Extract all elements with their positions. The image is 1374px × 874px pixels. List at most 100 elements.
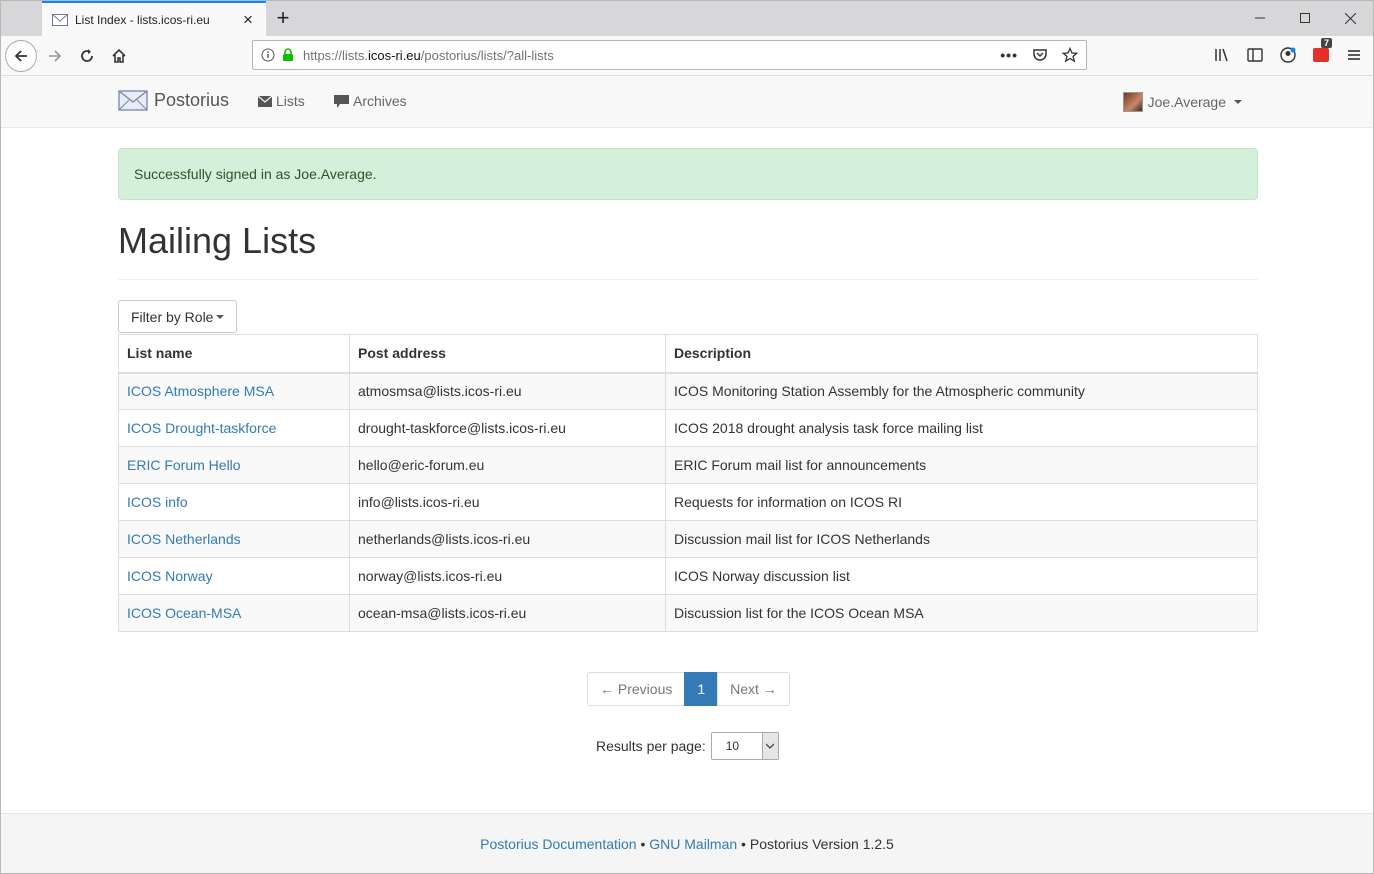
footer: Postorius Documentation • GNU Mailman • …: [1, 813, 1373, 873]
list-name-cell: ERIC Forum Hello: [118, 446, 350, 484]
list-name-cell: ICOS info: [118, 483, 350, 521]
toolbar-icons: 7: [1213, 38, 1363, 64]
results-per-page-value: 10: [725, 739, 740, 753]
nav-lists-label: Lists: [276, 93, 305, 109]
list-name-link[interactable]: ICOS Ocean-MSA: [127, 605, 241, 621]
table-row: ICOS Ocean-MSA ocean-msa@lists.icos-ri.e…: [118, 594, 1258, 632]
list-name-cell: ICOS Drought-taskforce: [118, 409, 350, 447]
info-icon[interactable]: [261, 48, 275, 62]
forward-button[interactable]: [39, 40, 71, 72]
list-name-cell: ICOS Norway: [118, 557, 350, 595]
library-icon[interactable]: [1213, 46, 1231, 64]
results-per-page-label: Results per page:: [596, 738, 706, 754]
sidebar-icon[interactable]: [1246, 46, 1264, 64]
nav-archives-link[interactable]: Archives: [334, 93, 407, 109]
footer-separator: •: [737, 836, 750, 852]
page-viewport: Postorius Lists Archives Joe.Average Suc…: [0, 76, 1374, 874]
table-row: ICOS Netherlands netherlands@lists.icos-…: [118, 520, 1258, 558]
column-header-description: Description: [665, 334, 1258, 374]
dropdown-arrow: [766, 743, 775, 749]
avatar: [1122, 92, 1143, 112]
divider: [118, 279, 1258, 280]
description-cell: Requests for information on ICOS RI: [665, 483, 1258, 521]
column-header-list-name: List name: [118, 334, 350, 374]
mailing-lists-table: List name Post address Description ICOS …: [118, 334, 1258, 632]
description-cell: Discussion list for the ICOS Ocean MSA: [665, 594, 1258, 632]
table-row: ICOS Norway norway@lists.icos-ri.eu ICOS…: [118, 557, 1258, 595]
arrow-right-icon: [49, 50, 62, 62]
list-name-link[interactable]: ERIC Forum Hello: [127, 457, 241, 473]
url-bar[interactable]: https://lists.icos-ri.eu/postorius/lists…: [252, 40, 1087, 70]
tab-close-icon[interactable]: ×: [240, 11, 256, 28]
nav-lists-link[interactable]: Lists: [258, 93, 305, 109]
close-icon: [1344, 12, 1356, 24]
footer-separator: •: [636, 836, 650, 852]
results-per-page-select[interactable]: 10: [710, 732, 779, 760]
postorius-docs-link[interactable]: Postorius Documentation: [480, 836, 636, 852]
browser-toolbar: https://lists.icos-ri.eu/postorius/lists…: [0, 36, 1374, 76]
bookmark-star-icon[interactable]: [1062, 47, 1078, 63]
reload-button[interactable]: [71, 40, 103, 72]
filter-label: Filter by Role: [131, 308, 214, 325]
lock-icon[interactable]: [281, 48, 295, 62]
version-text: Postorius Version 1.2.5: [749, 836, 894, 852]
post-address-cell: info@lists.icos-ri.eu: [349, 483, 666, 521]
list-name-link[interactable]: ICOS Drought-taskforce: [127, 420, 276, 436]
current-page-button[interactable]: 1: [684, 672, 719, 706]
home-button[interactable]: [103, 40, 135, 72]
post-address-cell: norway@lists.icos-ri.eu: [349, 557, 666, 595]
hamburger-menu-icon[interactable]: [1345, 46, 1363, 64]
list-name-link[interactable]: ICOS Atmosphere MSA: [127, 383, 274, 399]
pagination: ← Previous 1 Next →: [587, 672, 790, 706]
user-menu-dropdown[interactable]: Joe.Average: [1122, 92, 1242, 112]
home-icon: [112, 48, 126, 63]
extension-notification-icon[interactable]: 7: [1312, 38, 1333, 64]
table-row: ICOS info info@lists.icos-ri.eu Requests…: [118, 483, 1258, 521]
description-cell: ICOS Monitoring Station Assembly for the…: [665, 372, 1258, 410]
list-name-cell: ICOS Ocean-MSA: [118, 594, 350, 632]
table-row: ICOS Atmosphere MSA atmosmsa@lists.icos-…: [118, 372, 1258, 410]
caret-down-icon: [216, 314, 225, 319]
table-row: ERIC Forum Hello hello@eric-forum.eu ERI…: [118, 446, 1258, 484]
caret-down-icon: [1234, 100, 1242, 104]
list-name-link[interactable]: ICOS Netherlands: [127, 531, 241, 547]
browser-tab-active[interactable]: List Index - lists.icos-ri.eu ×: [42, 1, 266, 37]
site-navbar: Postorius Lists Archives Joe.Average: [1, 76, 1373, 128]
url-host: icos-ri.eu: [368, 47, 421, 63]
filter-by-role-button[interactable]: Filter by Role: [118, 300, 238, 333]
post-address-cell: hello@eric-forum.eu: [349, 446, 666, 484]
url-prefix: https://lists.: [303, 47, 369, 63]
pocket-icon[interactable]: [1032, 47, 1048, 63]
envelope-icon: [258, 95, 272, 107]
postorius-logo-icon: [118, 90, 148, 111]
description-cell: Discussion mail list for ICOS Netherland…: [665, 520, 1258, 558]
gnu-mailman-link[interactable]: GNU Mailman: [649, 836, 737, 852]
post-address-cell: netherlands@lists.icos-ri.eu: [349, 520, 666, 558]
page-actions-icon[interactable]: •••: [1000, 47, 1018, 63]
table-row: ICOS Drought-taskforce drought-taskforce…: [118, 409, 1258, 447]
brand-name: Postorius: [154, 89, 230, 110]
table-header-row: List name Post address Description: [118, 334, 1258, 374]
minimize-icon: [1255, 17, 1265, 19]
envelope-icon: [52, 14, 68, 26]
minimize-button[interactable]: [1237, 1, 1283, 35]
brand-link[interactable]: Postorius: [118, 88, 229, 112]
close-window-button[interactable]: [1327, 1, 1373, 35]
browser-tab-bar: List Index - lists.icos-ri.eu × +: [0, 0, 1374, 37]
previous-page-button[interactable]: ← Previous: [587, 672, 686, 706]
post-address-cell: drought-taskforce@lists.icos-ri.eu: [349, 409, 666, 447]
maximize-icon: [1300, 13, 1310, 23]
results-per-page: Results per page: 10: [596, 732, 779, 760]
account-icon[interactable]: [1279, 46, 1297, 64]
nav-archives-label: Archives: [353, 93, 407, 109]
maximize-button[interactable]: [1282, 1, 1328, 35]
column-header-post-address: Post address: [349, 334, 666, 374]
new-tab-button[interactable]: +: [269, 4, 297, 32]
next-page-button[interactable]: Next →: [717, 672, 790, 706]
back-button[interactable]: [5, 40, 37, 72]
description-cell: ICOS 2018 drought analysis task force ma…: [665, 409, 1258, 447]
list-name-link[interactable]: ICOS info: [127, 494, 188, 510]
list-name-link[interactable]: ICOS Norway: [127, 568, 213, 584]
description-cell: ICOS Norway discussion list: [665, 557, 1258, 595]
chevron-down-icon[interactable]: [761, 733, 778, 759]
